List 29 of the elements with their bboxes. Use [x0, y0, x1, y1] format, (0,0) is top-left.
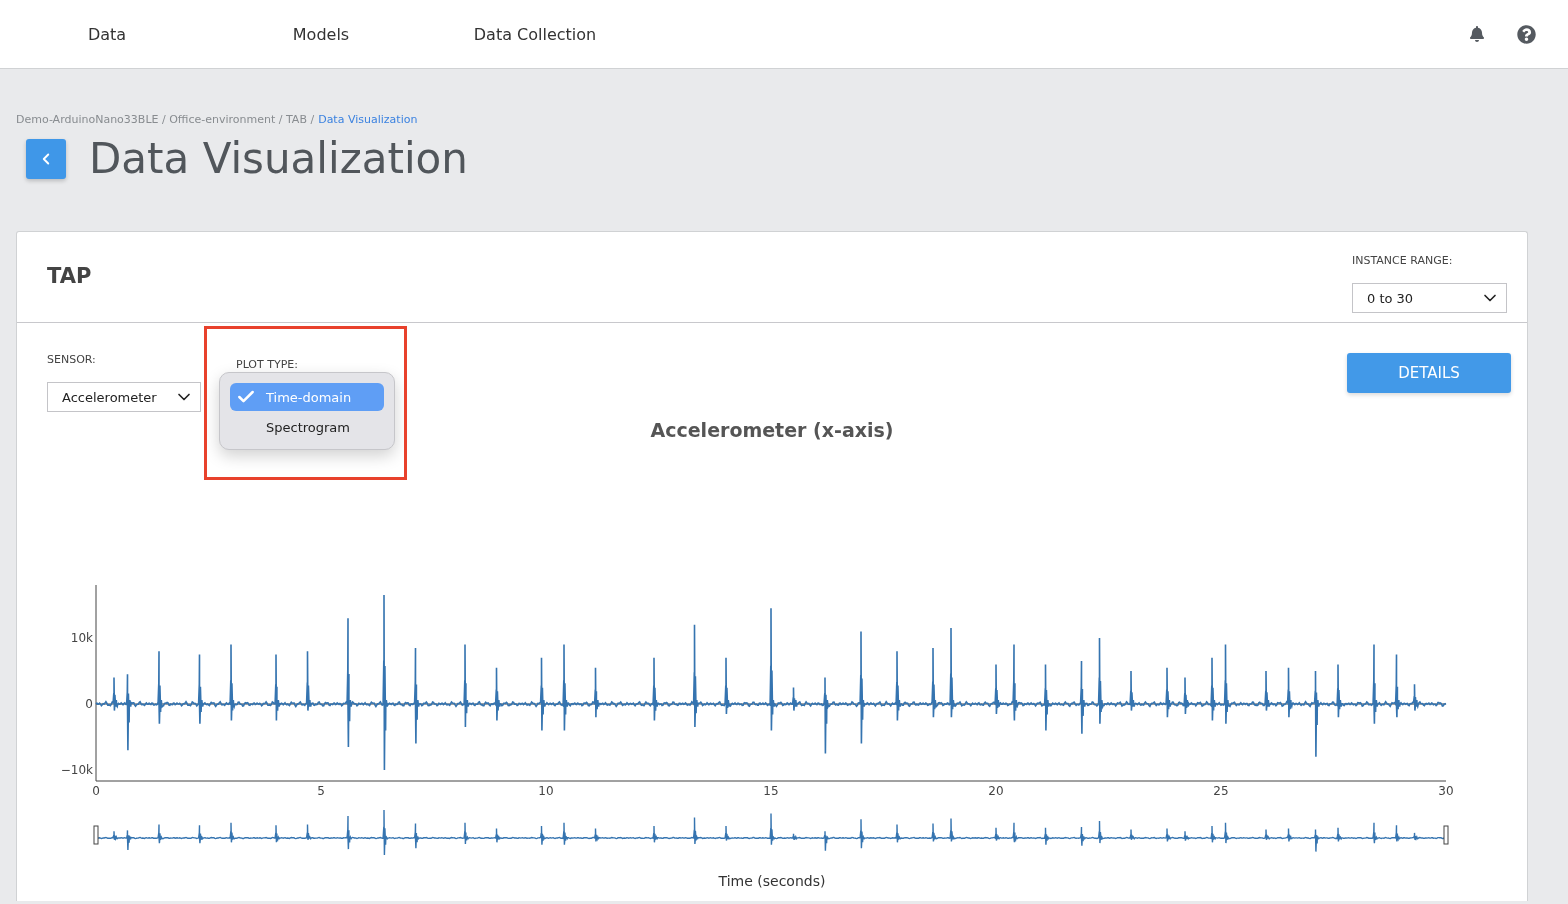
y-tick-label: 0 [85, 697, 93, 711]
x-tick-label: 20 [988, 784, 1004, 798]
y-tick-label: 10k [70, 631, 93, 645]
help-icon[interactable] [1517, 24, 1536, 44]
field-label: SENSOR: [47, 353, 97, 366]
x-tick-label: 15 [763, 784, 779, 798]
nav-link[interactable]: Data Collection [428, 24, 642, 44]
range-slider-handle[interactable] [1443, 825, 1449, 845]
field-label: INSTANCE RANGE: [1352, 254, 1454, 267]
page-title: Data Visualization [89, 134, 468, 183]
menu-option[interactable]: Spectrogram [230, 413, 384, 441]
x-tick-label: 25 [1213, 784, 1229, 798]
back-button[interactable] [26, 138, 66, 179]
breadcrumb-trail: Demo-ArduinoNano33BLE / Office-environment / TAB / [16, 113, 315, 126]
chart-title: Accelerometer (x-axis) [650, 419, 894, 441]
y-tick-label: −10k [60, 763, 93, 777]
range-slider-handle[interactable] [93, 825, 99, 845]
x-tick-label: 5 [317, 784, 325, 798]
x-axis-title: Time (seconds) [718, 873, 826, 889]
card-title: TAP [47, 264, 92, 290]
nav-link[interactable]: Models [214, 24, 428, 44]
x-tick-label: 0 [92, 784, 100, 798]
field-label: PLOT TYPE: [236, 358, 298, 371]
sensor-select[interactable]: Accelerometer [47, 382, 201, 412]
bell-icon[interactable] [1469, 26, 1485, 42]
x-tick-label: 30 [1438, 784, 1454, 798]
nav-link[interactable]: Data [0, 24, 214, 44]
x-tick-label: 10 [538, 784, 554, 798]
instance-range-select[interactable]: 0 to 30 [1352, 283, 1507, 313]
